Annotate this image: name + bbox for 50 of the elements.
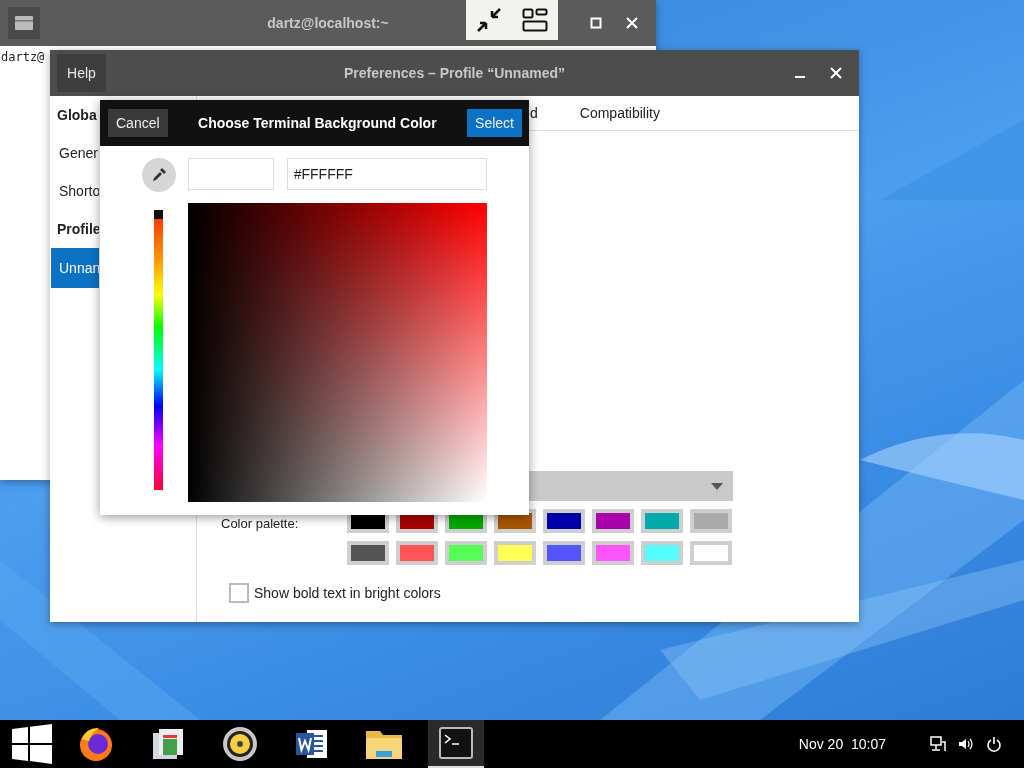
- eyedropper-button[interactable]: [142, 158, 176, 192]
- firefox-icon[interactable]: [77, 725, 115, 763]
- hue-slider-thumb[interactable]: [154, 210, 163, 219]
- sidebar-item[interactable]: Gener: [51, 134, 99, 172]
- color-swatch[interactable]: [494, 541, 536, 565]
- terminal-prompt: dartz@: [1, 50, 46, 64]
- cancel-button[interactable]: Cancel: [108, 109, 168, 137]
- clock[interactable]: Nov 20 10:07: [798, 736, 886, 752]
- select-button[interactable]: Select: [467, 109, 522, 137]
- sidebar-item[interactable]: Shorto: [51, 172, 99, 210]
- color-swatch[interactable]: [690, 509, 732, 533]
- color-swatch[interactable]: [347, 541, 389, 565]
- speaker-icon[interactable]: [221, 725, 259, 763]
- volume-icon[interactable]: [958, 736, 974, 752]
- checkbox-label: Show bold text in bright colors: [254, 585, 441, 601]
- color-swatch[interactable]: [592, 509, 634, 533]
- tab[interactable]: d: [530, 105, 538, 121]
- color-swatch[interactable]: [690, 541, 732, 565]
- network-icon[interactable]: [930, 736, 946, 752]
- windows-logo-icon[interactable]: [12, 724, 52, 764]
- checkbox[interactable]: [229, 583, 249, 603]
- color-plane[interactable]: [188, 203, 487, 502]
- window-icon: [15, 16, 33, 30]
- hue-slider[interactable]: [154, 210, 163, 490]
- color-swatch[interactable]: [543, 541, 585, 565]
- power-icon[interactable]: [986, 736, 1002, 752]
- color-swatch[interactable]: [396, 541, 438, 565]
- window-title: Preferences – Profile “Unnamed”: [344, 65, 565, 81]
- dialog-title: Choose Terminal Background Color: [198, 115, 437, 131]
- sidebar-heading: Globa: [56, 106, 98, 125]
- close-icon[interactable]: [830, 67, 842, 79]
- tab[interactable]: Compatibility: [579, 105, 660, 121]
- color-swatch[interactable]: [543, 509, 585, 533]
- caret-icon: [711, 482, 723, 490]
- hex-input[interactable]: #FFFFFF: [286, 158, 487, 190]
- close-icon[interactable]: [626, 17, 638, 29]
- window-title: dartz@localhost:~: [267, 15, 389, 31]
- collapse-arrows-icon[interactable]: [476, 7, 502, 33]
- palette-label: Color palette:: [221, 516, 300, 532]
- help-button[interactable]: Help: [57, 54, 106, 92]
- color-swatch[interactable]: [445, 541, 487, 565]
- sidebar-item[interactable]: Unnan: [51, 248, 99, 288]
- layout-icon[interactable]: [522, 8, 548, 32]
- terminal-icon[interactable]: [439, 727, 473, 759]
- color-swatch[interactable]: [592, 541, 634, 565]
- eyedropper-icon[interactable]: [151, 167, 167, 183]
- terminal-menu-button[interactable]: [8, 7, 40, 39]
- maximize-icon[interactable]: [590, 17, 602, 29]
- color-swatch[interactable]: [641, 541, 683, 565]
- color-swatch[interactable]: [641, 509, 683, 533]
